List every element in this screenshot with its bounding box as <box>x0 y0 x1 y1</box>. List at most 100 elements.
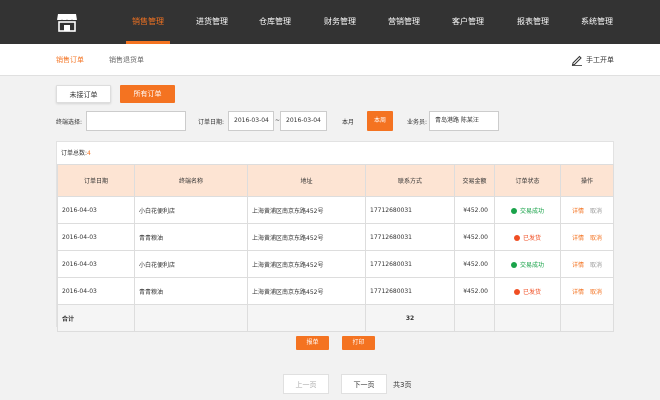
sub-nav-bar: 销售订单 销售退货单 手工开单 <box>0 44 660 76</box>
cell-terminal: 小白花便利店 <box>134 196 248 224</box>
table-row: 2016-04-03 青青粮油 上海黄浦区南京东路452号 1771268003… <box>57 277 614 305</box>
cell-address: 上海黄浦区南京东路452号 <box>247 277 366 305</box>
cell-amount: ¥452.00 <box>454 277 495 305</box>
nav-system[interactable]: 系统管理 <box>577 0 617 44</box>
manual-order-button[interactable]: 手工开单 <box>571 54 614 66</box>
table-row: 2016-04-03 青青粮油 上海黄浦区南京东路452号 1771268003… <box>57 223 614 251</box>
sum-value: 32 <box>365 304 455 332</box>
status-text: 已发货 <box>522 234 541 242</box>
detail-link[interactable]: 详情 <box>572 235 584 242</box>
status-text: 交易成功 <box>519 207 544 215</box>
salesman-input[interactable]: 青岛港路 陈某汪 <box>429 111 499 131</box>
header-status: 订单状态 <box>494 164 561 197</box>
this-week-button[interactable]: 本周 <box>367 111 393 131</box>
order-count-label: 订单总数: <box>61 150 88 157</box>
table-sum-row: 合计 32 <box>57 304 614 332</box>
pen-icon <box>571 55 582 66</box>
nav-finance[interactable]: 财务管理 <box>320 0 360 44</box>
cell-amount: ¥452.00 <box>454 196 495 224</box>
header-terminal: 终端名称 <box>134 164 248 197</box>
detail-link[interactable]: 详情 <box>572 208 584 215</box>
all-orders-button[interactable]: 所有订单 <box>120 85 175 103</box>
nav-purchase[interactable]: 进货管理 <box>192 0 232 44</box>
cell-phone: 17712680031 <box>365 277 455 305</box>
cell-terminal: 青青粮油 <box>134 277 248 305</box>
cell-amount: ¥452.00 <box>454 250 495 278</box>
sum-empty-cell <box>134 304 248 332</box>
orders-panel: 订单总数:4 订单日期 终端名称 地址 联系方式 交易金额 订单状态 操作 20… <box>56 141 614 332</box>
date-from-input[interactable]: 2016-03-04 <box>228 111 274 131</box>
sum-label: 合计 <box>57 304 135 332</box>
next-page-button[interactable]: 下一页 <box>341 374 387 394</box>
cancel-link[interactable]: 取消 <box>590 208 602 215</box>
cell-date: 2016-04-03 <box>57 223 135 251</box>
print-button[interactable]: 打印 <box>342 336 375 350</box>
cell-date: 2016-04-03 <box>57 250 135 278</box>
pending-orders-button[interactable]: 未接订单 <box>56 85 111 103</box>
orders-table: 订单日期 终端名称 地址 联系方式 交易金额 订单状态 操作 2016-04-0… <box>57 164 614 332</box>
cell-phone: 17712680031 <box>365 223 455 251</box>
table-header-row: 订单日期 终端名称 地址 联系方式 交易金额 订单状态 操作 <box>57 164 614 197</box>
top-nav-bar: 销售管理 进货管理 仓库管理 财务管理 营销管理 客户管理 报表管理 系统管理 <box>0 0 660 44</box>
order-count-value: 4 <box>87 150 91 157</box>
cell-terminal: 小白花便利店 <box>134 250 248 278</box>
store-icon[interactable] <box>56 11 78 33</box>
header-actions: 操作 <box>560 164 614 197</box>
table-row: 2016-04-03 小白花便利店 上海黄浦区南京东路452号 17712680… <box>57 196 614 224</box>
cell-phone: 17712680031 <box>365 250 455 278</box>
header-amount: 交易金额 <box>454 164 495 197</box>
detail-link[interactable]: 详情 <box>572 289 584 296</box>
cell-address: 上海黄浦区南京东路452号 <box>247 250 366 278</box>
header-date: 订单日期 <box>57 164 135 197</box>
terminal-input[interactable] <box>86 111 186 131</box>
cell-status: 已发货 <box>494 223 561 251</box>
nav-sales[interactable]: 销售管理 <box>126 0 170 44</box>
cell-actions: 详情 取消 <box>560 250 614 278</box>
cancel-link[interactable]: 取消 <box>590 235 602 242</box>
this-month-link[interactable]: 本月 <box>342 117 354 126</box>
order-count: 订单总数:4 <box>61 148 91 157</box>
prev-page-button[interactable]: 上一页 <box>283 374 329 394</box>
status-dot-icon <box>513 234 520 241</box>
status-dot-icon <box>510 207 517 214</box>
total-pages: 共3页 <box>393 381 412 389</box>
cell-status: 交易成功 <box>494 196 561 224</box>
status-dot-icon <box>513 288 520 295</box>
header-address: 地址 <box>247 164 366 197</box>
cancel-link[interactable]: 取消 <box>590 262 602 269</box>
status-text: 交易成功 <box>519 261 544 269</box>
tab-sales-orders[interactable]: 销售订单 <box>56 55 84 65</box>
status-text: 已发货 <box>522 288 541 296</box>
report-button[interactable]: 报单 <box>296 336 329 350</box>
cell-actions: 详情 取消 <box>560 196 614 224</box>
order-date-label: 订单日期: <box>198 119 225 126</box>
cell-actions: 详情 取消 <box>560 223 614 251</box>
nav-marketing[interactable]: 营销管理 <box>384 0 424 44</box>
nav-reports[interactable]: 报表管理 <box>513 0 553 44</box>
salesman-label: 业务员: <box>407 119 428 126</box>
sum-empty-cell <box>454 304 495 332</box>
nav-customers[interactable]: 客户管理 <box>448 0 488 44</box>
cancel-link[interactable]: 取消 <box>590 289 602 296</box>
manual-order-label: 手工开单 <box>586 56 614 64</box>
cell-address: 上海黄浦区南京东路452号 <box>247 223 366 251</box>
cell-phone: 17712680031 <box>365 196 455 224</box>
cell-amount: ¥452.00 <box>454 223 495 251</box>
table-row: 2016-04-03 小白花便利店 上海黄浦区南京东路452号 17712680… <box>57 250 614 278</box>
terminal-label: 终端选择: <box>56 119 83 126</box>
cell-address: 上海黄浦区南京东路452号 <box>247 196 366 224</box>
status-dot-icon <box>510 261 517 268</box>
cell-date: 2016-04-03 <box>57 196 135 224</box>
tab-sales-returns[interactable]: 销售退货单 <box>109 55 144 65</box>
cell-actions: 详情 取消 <box>560 277 614 305</box>
cell-terminal: 青青粮油 <box>134 223 248 251</box>
date-to-input[interactable]: 2016-03-04 <box>280 111 327 131</box>
cell-status: 交易成功 <box>494 250 561 278</box>
sum-empty-cell <box>247 304 366 332</box>
sum-empty-cell <box>560 304 614 332</box>
cell-date: 2016-04-03 <box>57 277 135 305</box>
detail-link[interactable]: 详情 <box>572 262 584 269</box>
sum-empty-cell <box>494 304 561 332</box>
header-phone: 联系方式 <box>365 164 455 197</box>
nav-warehouse[interactable]: 仓库管理 <box>255 0 295 44</box>
